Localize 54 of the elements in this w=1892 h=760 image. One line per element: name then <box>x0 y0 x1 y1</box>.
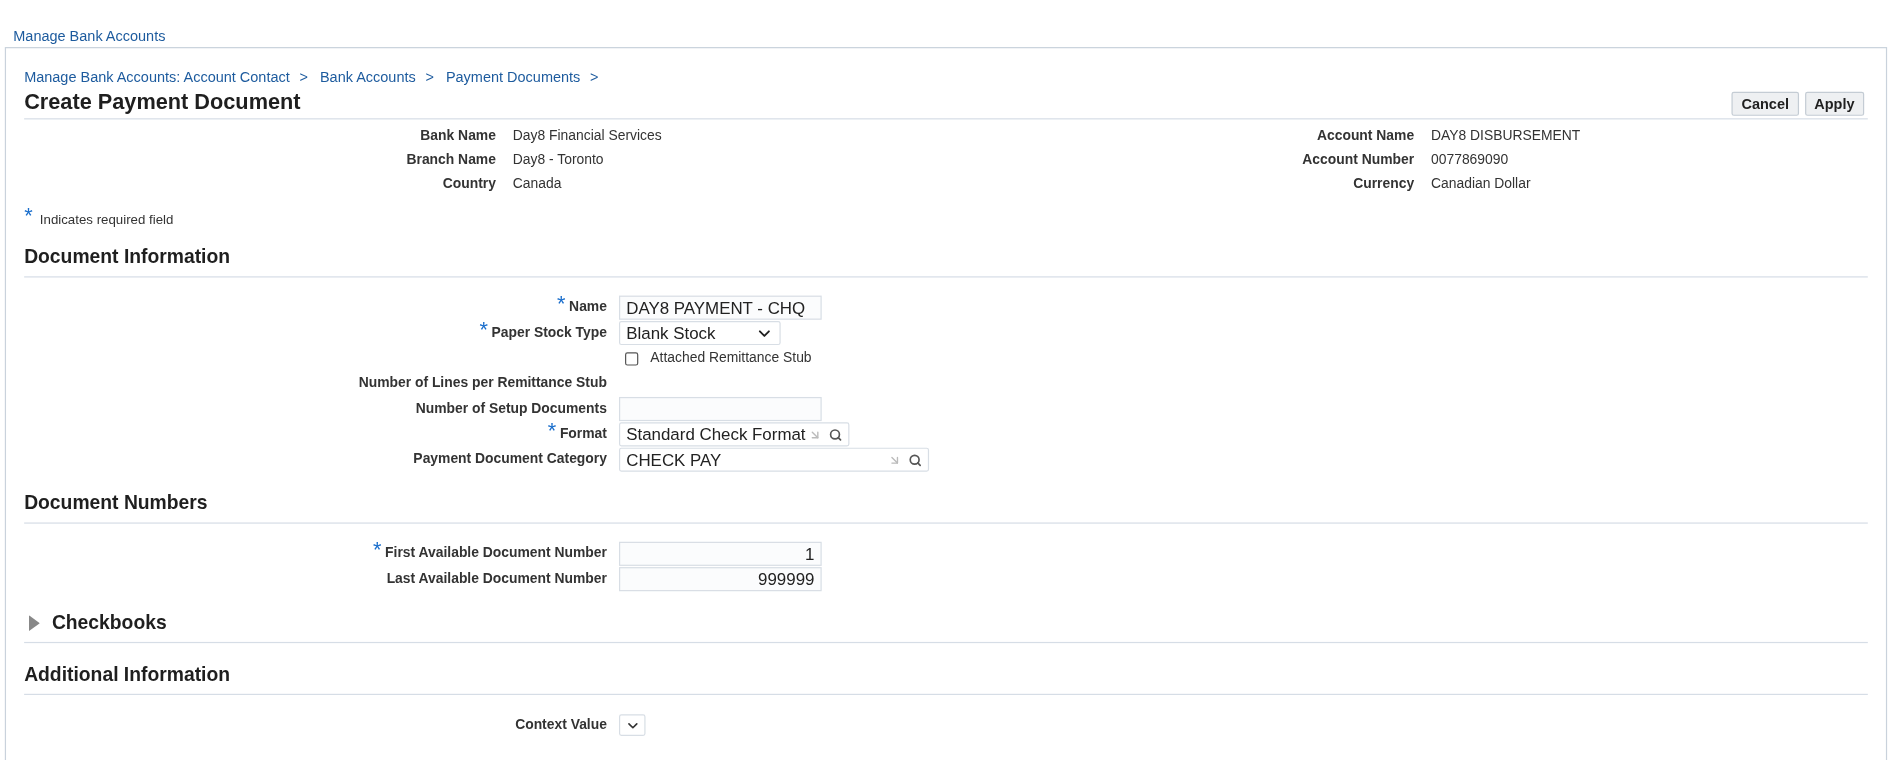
field-label: Name <box>569 298 607 317</box>
checkbox-label[interactable]: Attached Remittance Stub <box>650 347 812 369</box>
info-value: Canadian Dollar <box>1431 175 1531 194</box>
field-label: Payment Document Category <box>413 450 607 469</box>
section-heading[interactable]: Checkbooks <box>51 608 167 638</box>
info-label: Country <box>441 175 496 194</box>
section-heading: Document Numbers <box>24 492 208 513</box>
collapsed-triangle-icon[interactable] <box>28 614 40 631</box>
section-heading: Additional Information <box>24 663 231 685</box>
field-label: First Available Document Number <box>385 544 607 563</box>
info-label: Branch Name <box>405 151 496 169</box>
search-icon[interactable] <box>908 453 922 467</box>
field-label: Number of Lines per Remittance Stub <box>358 374 607 393</box>
info-label: Bank Name <box>419 127 496 145</box>
action-button[interactable]: Apply <box>1804 91 1865 116</box>
page-title: Create Payment Document <box>24 88 301 116</box>
field-label: Context Value <box>515 716 607 734</box>
info-label: Account Number <box>1301 151 1415 169</box>
field-label: Format <box>559 425 607 443</box>
checkbox[interactable] <box>625 351 639 365</box>
info-value: DAY8 DISBURSEMENT <box>1431 127 1581 145</box>
required-asterisk: * <box>547 419 557 442</box>
required-asterisk: * <box>479 318 488 341</box>
dropdown[interactable] <box>619 714 646 737</box>
required-asterisk: * <box>557 293 566 315</box>
info-label: Currency <box>1352 175 1415 194</box>
breadcrumb-separator: > <box>589 67 599 88</box>
field-label: Paper Stock Type <box>491 324 607 342</box>
action-button[interactable]: Cancel <box>1731 91 1799 116</box>
lookup-field[interactable]: CHECK PAY <box>619 447 930 472</box>
number-field[interactable]: 999999 <box>619 567 822 592</box>
text-field[interactable]: DAY8 PAYMENT - CHQ <box>619 295 822 320</box>
info-value: Day8 Financial Services <box>512 127 662 145</box>
breadcrumb-link[interactable]: Manage Bank Accounts: Account Contact <box>24 66 290 89</box>
field-label: Last Available Document Number <box>386 570 607 588</box>
breadcrumb-link[interactable]: Bank Accounts <box>319 66 416 89</box>
breadcrumb-separator: > <box>425 67 434 88</box>
required-asterisk: * <box>24 205 33 227</box>
search-icon[interactable] <box>828 427 843 441</box>
section-heading: Document Information <box>24 246 231 267</box>
required-note: Indicates required field <box>39 211 174 229</box>
text-field[interactable] <box>619 396 822 422</box>
field-label: Number of Setup Documents <box>415 400 607 418</box>
info-label: Account Name <box>1315 127 1415 145</box>
number-field[interactable]: 1 <box>619 541 822 566</box>
info-value: Day8 - Toronto <box>512 151 604 169</box>
breadcrumb-link[interactable]: Payment Documents <box>445 66 581 89</box>
info-value: Canada <box>512 175 562 194</box>
info-value: 0077869090 <box>1431 151 1509 169</box>
nav-link[interactable]: Manage Bank Accounts <box>13 27 166 45</box>
dropdown[interactable]: Blank Stock <box>619 320 781 346</box>
lookup-field[interactable]: Standard Check Format <box>619 422 850 447</box>
breadcrumb-separator: > <box>299 67 308 88</box>
required-asterisk: * <box>373 539 382 562</box>
